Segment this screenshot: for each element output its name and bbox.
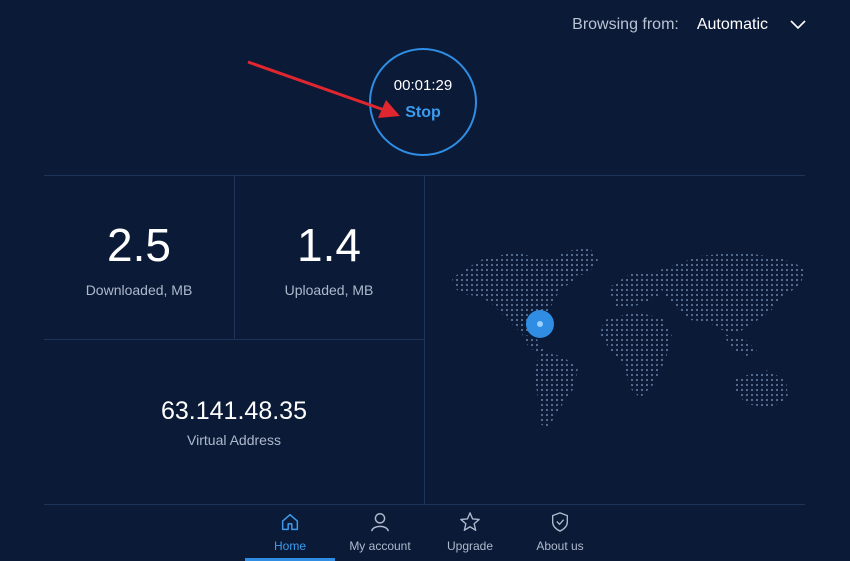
divider-vertical-main — [424, 176, 425, 504]
home-icon — [281, 513, 299, 531]
virtual-address-stat: 63.141.48.35 Virtual Address — [44, 397, 424, 448]
world-map — [452, 248, 806, 428]
nav-label-about-us: About us — [536, 539, 584, 553]
user-icon — [371, 513, 389, 532]
virtual-ip-value: 63.141.48.35 — [161, 397, 307, 425]
nav-item-upgrade[interactable]: Upgrade — [425, 505, 515, 561]
downloaded-stat: 2.5 Downloaded, MB — [44, 222, 234, 298]
nav-label-upgrade: Upgrade — [446, 539, 494, 553]
vpn-app-window: Browsing from: Automatic 00:01:29 Stop 2… — [0, 0, 850, 561]
stop-button[interactable]: Stop — [405, 104, 441, 122]
chevron-down-icon[interactable] — [790, 17, 806, 33]
uploaded-caption: Uploaded, MB — [284, 282, 374, 298]
browsing-from-label: Browsing from: — [572, 16, 679, 33]
connection-timer: 00:01:29 Stop — [369, 48, 477, 156]
nav-label-home: Home — [273, 539, 306, 553]
downloaded-value: 2.5 — [107, 219, 171, 271]
virtual-ip-caption: Virtual Address — [187, 432, 281, 448]
nav-item-about-us[interactable]: About us — [515, 505, 605, 561]
nav-item-home[interactable]: Home — [245, 505, 335, 561]
location-selector[interactable]: Browsing from: Automatic — [572, 16, 806, 34]
nav-item-my-account[interactable]: My account — [335, 505, 425, 561]
uploaded-stat: 1.4 Uploaded, MB — [234, 222, 424, 298]
bottom-nav: Home My account Upgrade About us — [245, 505, 605, 561]
nav-label-my-account: My account — [349, 539, 411, 553]
star-icon — [460, 512, 480, 531]
divider-horizontal-stats — [44, 339, 424, 340]
browsing-from-value[interactable]: Automatic — [697, 16, 768, 34]
downloaded-caption: Downloaded, MB — [85, 282, 193, 298]
elapsed-time: 00:01:29 — [393, 76, 453, 94]
uploaded-value: 1.4 — [297, 219, 361, 271]
shield-icon — [551, 512, 569, 532]
